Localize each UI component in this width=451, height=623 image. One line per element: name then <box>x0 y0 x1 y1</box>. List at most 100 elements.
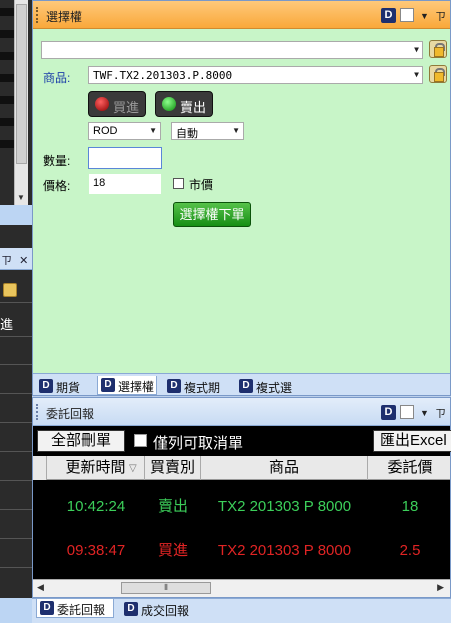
panel-titlebar[interactable]: 選擇權 D ▼ ㄗ <box>33 1 450 29</box>
tab-futures[interactable]: D 期貨 <box>35 376 95 395</box>
lock-button[interactable] <box>429 65 447 83</box>
left-pane-bottom-bar <box>0 598 32 623</box>
grid-line <box>0 509 32 510</box>
window-icon[interactable] <box>400 405 414 419</box>
market-price-label: 市價 <box>189 178 214 192</box>
cell-side: 買進 <box>157 542 188 559</box>
tab-strip: D 期貨 D 選擇權 D 複式期 D 複式選 <box>33 373 450 395</box>
grid-line <box>0 393 32 394</box>
panel-title: 選擇權 <box>46 10 83 24</box>
chevron-down-icon: ▼ <box>414 45 419 54</box>
drag-grip-icon[interactable] <box>36 404 39 420</box>
dropdown-arrow-icon[interactable]: ▼ <box>420 408 429 418</box>
only-cancelable-label: 僅列可取消單 <box>153 435 244 452</box>
account-select[interactable]: ▼ <box>41 41 423 59</box>
scroll-thumb[interactable] <box>16 4 27 164</box>
grid-line <box>0 336 32 337</box>
grid-line <box>0 364 32 365</box>
app-d-icon: D <box>239 379 253 393</box>
scroll-down-arrow-icon[interactable]: ▼ <box>17 193 25 202</box>
tab-order-report[interactable]: D 委託回報 <box>36 599 114 618</box>
quantity-input[interactable] <box>88 147 162 169</box>
grid-line <box>0 567 32 568</box>
column-header-price[interactable]: 委託價 <box>368 456 451 480</box>
grid-line <box>0 451 32 452</box>
cell-product: TX2 201303 P 8000 <box>217 498 352 515</box>
grid-header: 更新時間 ▽ 買賣別 商品 委託價 <box>33 456 450 480</box>
pin-icon[interactable]: ㄗ <box>1 255 12 267</box>
export-excel-button[interactable]: 匯出Excel <box>373 430 451 452</box>
app-d-icon: D <box>381 8 396 23</box>
list-stripe <box>0 52 14 60</box>
cell-price: 2.5 <box>399 542 421 559</box>
pin-icon[interactable]: ㄗ <box>435 8 446 24</box>
left-vertical-scrollbar[interactable]: ▼ <box>14 0 28 205</box>
chevron-down-icon: ▼ <box>232 126 240 135</box>
tab-combo-futures[interactable]: D 複式期 <box>163 376 229 395</box>
list-stripe <box>0 30 14 38</box>
list-stripe <box>0 96 14 104</box>
tab-trade-report[interactable]: D 成交回報 <box>120 599 198 618</box>
scroll-left-arrow-icon[interactable]: ◀ <box>37 582 44 593</box>
app-d-icon: D <box>167 379 181 393</box>
app-d-icon: D <box>101 378 115 392</box>
app-d-icon: D <box>381 405 396 420</box>
sell-button[interactable]: 賣出 <box>155 91 213 117</box>
red-light-icon <box>95 97 109 111</box>
cell-side: 賣出 <box>157 498 188 515</box>
order-type-select[interactable]: ROD ▼ <box>88 122 161 140</box>
grid-line <box>0 480 32 481</box>
column-header-side[interactable]: 買賣別 <box>145 456 201 480</box>
table-row[interactable]: 09:38:47 買進 TX2 201303 P 8000 2.5 <box>33 529 450 573</box>
left-dark-pane: ▼ ㄗ ✕ 進 <box>0 0 32 623</box>
options-order-panel: 選擇權 D ▼ ㄗ ▼ 商品: TWF.TX2.201303.P.8000 ▼ … <box>32 0 451 396</box>
cell-product: TX2 201303 P 8000 <box>217 542 352 559</box>
grid-line <box>0 302 32 303</box>
scroll-thumb[interactable]: ⦀ <box>121 582 211 594</box>
grid-line <box>0 538 32 539</box>
lock-button[interactable] <box>429 40 447 58</box>
only-cancelable-checkbox[interactable] <box>134 434 147 447</box>
green-light-icon <box>162 97 176 111</box>
app-d-icon: D <box>40 601 54 615</box>
close-icon[interactable]: ✕ <box>19 255 28 267</box>
list-stripe <box>0 118 14 126</box>
left-pane-cell: 進 <box>0 317 14 332</box>
table-row[interactable]: 10:42:24 賣出 TX2 201303 P 8000 18 <box>33 485 450 529</box>
price-label: 價格: <box>43 179 71 193</box>
app-d-icon: D <box>124 602 138 616</box>
cell-price: 18 <box>401 498 419 515</box>
product-select[interactable]: TWF.TX2.201303.P.8000 ▼ <box>88 66 423 84</box>
window-icon[interactable] <box>400 8 414 22</box>
market-price-checkbox[interactable] <box>173 178 184 189</box>
tab-options[interactable]: D 選擇權 <box>97 376 157 395</box>
drag-grip-icon[interactable] <box>36 7 39 23</box>
panel-titlebar[interactable]: 委託回報 D ▼ ㄗ <box>33 398 450 426</box>
list-stripe <box>0 140 14 148</box>
left-pane-divider <box>0 205 32 225</box>
order-report-panel: 委託回報 D ▼ ㄗ 全部刪單 僅列可取消單 匯出Excel 更新時間 ▽ 買賣… <box>32 397 451 598</box>
sort-arrow-icon: ▽ <box>129 463 137 474</box>
delete-all-button[interactable]: 全部刪單 <box>37 430 125 452</box>
cell-time: 09:38:47 <box>66 542 126 559</box>
pin-icon[interactable]: ㄗ <box>435 405 446 421</box>
list-stripe <box>0 8 14 16</box>
left-pane-header: ㄗ ✕ <box>0 248 32 270</box>
lock-icon[interactable] <box>3 283 17 297</box>
price-input[interactable]: 18 <box>88 173 162 195</box>
horizontal-scrollbar[interactable]: ◀ ⦀ ▶ <box>33 579 450 597</box>
buy-button[interactable]: 買進 <box>88 91 146 117</box>
scroll-right-arrow-icon[interactable]: ▶ <box>437 582 444 593</box>
chevron-down-icon: ▼ <box>149 126 157 135</box>
dropdown-arrow-icon[interactable]: ▼ <box>420 11 429 21</box>
tab-combo-options[interactable]: D 複式選 <box>235 376 301 395</box>
list-stripe <box>0 74 14 82</box>
report-tab-strip: D 委託回報 D 成交回報 <box>32 598 451 623</box>
price-mode-select[interactable]: 自動 ▼ <box>171 122 244 140</box>
panel-title: 委託回報 <box>46 407 95 421</box>
app-d-icon: D <box>39 379 53 393</box>
submit-order-button[interactable]: 選擇權下單 <box>173 202 251 227</box>
product-label: 商品: <box>43 71 71 85</box>
cell-time: 10:42:24 <box>66 498 126 515</box>
column-header-product[interactable]: 商品 <box>201 456 368 480</box>
